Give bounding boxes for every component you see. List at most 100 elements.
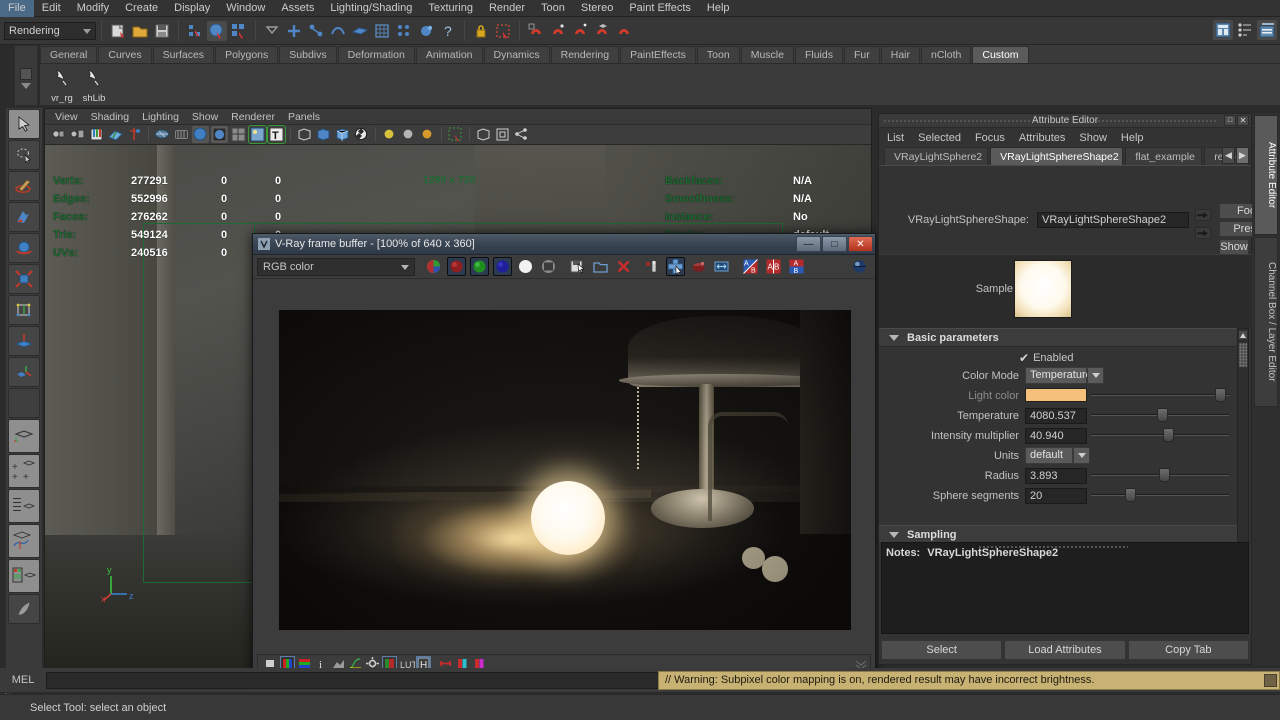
save-image-icon[interactable] (568, 257, 587, 276)
viewport-share-icon[interactable] (513, 126, 530, 143)
magnet-curve-icon[interactable] (548, 21, 568, 41)
render-in-vfb-icon[interactable] (689, 257, 708, 276)
menu-item-render[interactable]: Render (481, 0, 533, 17)
ab-diagonal-compare-icon[interactable]: AB (741, 257, 760, 276)
sample-swatch[interactable] (1014, 260, 1072, 318)
scroll-thumb[interactable] (1238, 342, 1248, 368)
lights-yellow-icon[interactable] (381, 126, 398, 143)
shelf-tab-painteffects[interactable]: PaintEffects (620, 46, 696, 63)
grid-toggle-icon[interactable] (154, 126, 171, 143)
region-render-icon[interactable] (666, 257, 685, 276)
rgb-channel-icon[interactable] (424, 257, 443, 276)
smooth-preview-icon[interactable] (353, 126, 370, 143)
intensity-multiplier-field[interactable]: 40.940 (1025, 428, 1087, 444)
lights-grey-icon[interactable] (400, 126, 417, 143)
layout-outliner-persp-button[interactable] (8, 489, 40, 523)
shelf-tab-subdivs[interactable]: Subdivs (279, 46, 337, 63)
bookmarks-icon[interactable] (88, 126, 105, 143)
shelf-button-shlib[interactable]: shLib (76, 67, 112, 104)
render-last-region-icon[interactable] (643, 257, 662, 276)
image-plane-icon[interactable] (107, 126, 124, 143)
menu-item-paint-effects[interactable]: Paint Effects (621, 0, 699, 17)
viewport-menu-lighting[interactable]: Lighting (142, 111, 179, 123)
shelf-tab-animation[interactable]: Animation (415, 46, 483, 63)
clear-image-icon[interactable] (614, 257, 633, 276)
menu-item-help[interactable]: Help (699, 0, 738, 17)
minimize-button[interactable]: — (796, 236, 821, 252)
load-image-icon[interactable] (591, 257, 610, 276)
radius-field[interactable]: 3.893 (1025, 468, 1087, 484)
select-by-object-icon[interactable] (207, 20, 227, 41)
menu-item-texturing[interactable]: Texturing (420, 0, 481, 17)
use-default-light-icon[interactable] (248, 125, 267, 144)
monochrome-icon[interactable] (539, 257, 558, 276)
shelf-tab-toon[interactable]: Toon (696, 46, 740, 63)
light-color-swatch[interactable] (1025, 388, 1087, 402)
shelf-tab-polygons[interactable]: Polygons (215, 46, 279, 63)
magnet-view-icon[interactable] (614, 21, 634, 41)
maximize-button[interactable]: □ (822, 236, 847, 252)
enabled-checkbox[interactable]: ✔ (1019, 351, 1029, 365)
temperature-field[interactable]: 4080.537 (1025, 408, 1087, 424)
shelf-tab-muscle[interactable]: Muscle (740, 46, 794, 63)
menu-set-selector[interactable]: Rendering (4, 21, 96, 40)
shelf-tab-general[interactable]: General (40, 46, 98, 63)
film-gate-icon[interactable] (173, 126, 190, 143)
lock-icon[interactable] (471, 21, 491, 41)
selection-mask-icon[interactable] (493, 21, 513, 41)
ae-menu-help[interactable]: Help (1121, 132, 1144, 144)
open-scene-icon[interactable] (130, 21, 150, 41)
texture-display-icon[interactable] (230, 126, 247, 143)
menu-item-lighting-shading[interactable]: Lighting/Shading (322, 0, 420, 17)
shelf-tab-rendering[interactable]: Rendering (550, 46, 620, 63)
slider-handle[interactable] (1163, 428, 1174, 442)
script-editor-button[interactable] (1264, 674, 1277, 687)
snap-planes-icon[interactable] (328, 21, 348, 41)
units-dropdown[interactable]: default (1025, 447, 1090, 464)
node-input-connection-icon[interactable] (1195, 209, 1211, 221)
help-question-icon[interactable]: ? (438, 21, 458, 41)
shelf-tab-curves[interactable]: Curves (98, 46, 152, 63)
magnet-point-icon[interactable] (570, 21, 590, 41)
slider-handle[interactable] (1125, 488, 1136, 502)
ae-menu-focus[interactable]: Focus (975, 132, 1005, 144)
show-button[interactable]: Show (1219, 239, 1249, 255)
universal-manipulator-button[interactable] (8, 295, 40, 325)
copy-tab-button[interactable]: Copy Tab (1127, 640, 1249, 660)
shelf-tab-deformation[interactable]: Deformation (337, 46, 415, 63)
viewport-menu-panels[interactable]: Panels (288, 111, 320, 123)
shelf-tab-dynamics[interactable]: Dynamics (483, 46, 550, 63)
vfb-title-bar[interactable]: V-Ray frame buffer - [100% of 640 x 360]… (253, 234, 875, 255)
close-button[interactable]: ✕ (848, 236, 873, 252)
slider-handle[interactable] (1215, 388, 1226, 402)
smooth-shade-all-icon[interactable] (211, 126, 228, 143)
viewport-menu-shading[interactable]: Shading (91, 111, 130, 123)
vray-logo-icon[interactable] (850, 257, 869, 276)
twopoint-resolution-icon[interactable] (126, 126, 143, 143)
ae-tab-vraylightsphereshape2[interactable]: VRayLightSphereShape2 (990, 147, 1124, 165)
tab-prev-button[interactable]: ◀ (1222, 147, 1235, 164)
select-tool-button[interactable] (8, 109, 40, 139)
notes-area[interactable]: Notes: VRayLightSphereShape2 (881, 542, 1249, 634)
xray-active-components-icon[interactable] (334, 126, 351, 143)
paint-selection-tool-button[interactable] (8, 171, 40, 201)
select-button[interactable]: Select (881, 640, 1003, 660)
paint-effects-tool-button[interactable] (8, 594, 40, 624)
snap-grids-icon[interactable] (262, 21, 282, 41)
menu-item-create[interactable]: Create (117, 0, 166, 17)
select-by-component-icon[interactable] (229, 21, 249, 41)
sphere-segments-slider[interactable] (1091, 488, 1229, 502)
shelf-tab-custom[interactable]: Custom (972, 46, 1029, 63)
ae-menu-attributes[interactable]: Attributes (1019, 132, 1065, 144)
new-scene-icon[interactable] (108, 21, 128, 41)
shelf-menu-block[interactable] (20, 68, 32, 80)
shelf-tab-hair[interactable]: Hair (880, 46, 920, 63)
shelf-tab-fur[interactable]: Fur (843, 46, 880, 63)
show-tool-settings-icon[interactable] (1235, 20, 1255, 40)
load-attributes-button[interactable]: Load Attributes (1004, 640, 1126, 660)
side-tab-attribute-editor[interactable]: Attribute Editor (1254, 115, 1278, 235)
snap-lattice-icon[interactable] (394, 21, 414, 41)
undock-button[interactable]: □ (1224, 115, 1236, 126)
last-tool-used-button[interactable] (8, 388, 40, 418)
xray-joints-icon[interactable] (315, 126, 332, 143)
